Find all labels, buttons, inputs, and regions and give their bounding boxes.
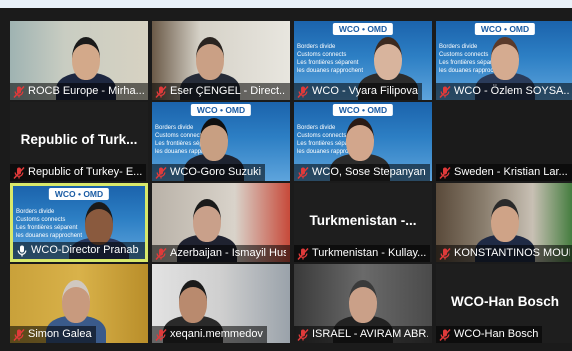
participant-name-bar: Republic of Turkey- E... — [10, 164, 147, 181]
participant-face — [196, 37, 224, 80]
mic-muted-icon — [438, 85, 452, 99]
participant-face — [374, 37, 402, 80]
participant-name: WCO, Sose Stepanyan — [312, 166, 426, 178]
mic-muted-icon — [154, 247, 168, 261]
participant-name-bar: WCO-Han Bosch — [436, 326, 543, 343]
participant-tile[interactable]: WCO • OMD Borders divide Customs connects L… — [294, 102, 432, 181]
participant-tile[interactable]: ROCB Europe - Mirha... — [10, 21, 148, 100]
participant-name: KONSTANTINOS MOURT... — [454, 247, 570, 259]
participant-face — [349, 280, 377, 323]
participant-name-bar: Sweden - Kristian Lar... — [436, 164, 572, 181]
mic-muted-icon — [296, 328, 310, 342]
participant-name: WCO-Han Bosch — [454, 328, 539, 340]
participant-name: Republic of Turkey- E... — [28, 166, 143, 178]
wco-slogan: Borders divide Customs connects Les fronti… — [16, 209, 83, 239]
participant-name-bar: Eser ÇENGEL - Direct... — [152, 83, 290, 100]
mic-muted-icon — [296, 247, 310, 261]
participant-name: xeqani.memmedov — [170, 328, 263, 340]
participant-tile[interactable]: KONSTANTINOS MOURT... — [436, 183, 572, 262]
participant-name: Simon Galea — [28, 328, 92, 340]
participant-face — [346, 118, 374, 161]
wco-logo: WCO • OMD — [48, 188, 110, 200]
participant-tile[interactable]: Azerbaijan - Ismayil Hus... — [152, 183, 290, 262]
participant-tile[interactable]: WCO • OMD Borders divide Customs connects L… — [10, 183, 148, 262]
participant-name-bar: xeqani.memmedov — [152, 326, 267, 343]
participant-name: WCO - Vyara Filipova — [312, 85, 418, 97]
participant-tile[interactable]: WCO • OMD Borders divide Customs connects L… — [294, 21, 432, 100]
mic-icon — [15, 244, 29, 258]
participant-name: ISRAEL - AVIRAM ABR... — [312, 328, 428, 340]
participant-name-bar: ISRAEL - AVIRAM ABR... — [294, 326, 432, 343]
participant-name: ROCB Europe - Mirha... — [28, 85, 144, 97]
participant-face — [193, 199, 221, 242]
wco-logo: WCO • OMD — [190, 104, 252, 116]
participant-name-bar: WCO-Goro Suzuki — [152, 164, 266, 181]
participant-face — [200, 118, 228, 161]
participant-name: Sweden - Kristian Lar... — [454, 166, 568, 178]
mic-muted-icon — [12, 85, 26, 99]
participant-name: WCO-Director Pranab Das — [31, 244, 141, 256]
wco-logo: WCO • OMD — [474, 23, 536, 35]
participant-name-bar: Simon Galea — [10, 326, 96, 343]
participant-name-bar: WCO - Vyara Filipova — [294, 83, 422, 100]
mic-muted-icon — [438, 247, 452, 261]
participant-name: Eser ÇENGEL - Direct... — [170, 85, 286, 97]
mic-muted-icon — [154, 166, 168, 180]
video-off-name: Republic of Turk... — [20, 132, 138, 148]
participant-tile[interactable]: WCO-Han Bosch WCO-Han Bosch — [436, 264, 572, 343]
participant-face — [491, 199, 519, 242]
participant-name-bar: KONSTANTINOS MOURT... — [436, 245, 572, 262]
participant-tile[interactable]: Sweden - Kristian Lar... — [436, 102, 572, 181]
mic-muted-icon — [12, 328, 26, 342]
video-off-name: WCO-Han Bosch — [451, 294, 559, 310]
participant-name: Azerbaijan - Ismayil Hus... — [170, 247, 286, 259]
participant-tile[interactable]: ISRAEL - AVIRAM ABR... — [294, 264, 432, 343]
mic-muted-icon — [154, 85, 168, 99]
participant-face — [62, 280, 90, 323]
mic-muted-icon — [154, 328, 168, 342]
participant-name-bar: WCO, Sose Stepanyan — [294, 164, 430, 181]
participant-name: WCO-Goro Suzuki — [170, 166, 262, 178]
participant-name-bar: WCO - Özlem SOYSA... — [436, 83, 572, 100]
participant-face — [85, 202, 113, 245]
participant-tile[interactable]: Turkmenistan -... Turkmenistan - Kullay..… — [294, 183, 432, 262]
participant-name-bar: ROCB Europe - Mirha... — [10, 83, 148, 100]
participant-tile[interactable]: Republic of Turk... Republic of Turkey- E… — [10, 102, 148, 181]
participant-name: Turkmenistan - Kullay... — [312, 247, 427, 259]
participant-name-bar: Turkmenistan - Kullay... — [294, 245, 431, 262]
wco-logo: WCO • OMD — [332, 23, 394, 35]
mic-muted-icon — [438, 166, 452, 180]
wco-slogan: Borders divide Customs connects Les fronti… — [297, 44, 364, 74]
participant-tile[interactable]: xeqani.memmedov — [152, 264, 290, 343]
participant-face — [491, 37, 519, 80]
mic-muted-icon — [12, 166, 26, 180]
wco-logo: WCO • OMD — [332, 104, 394, 116]
mic-muted-icon — [296, 166, 310, 180]
participant-name-bar: Azerbaijan - Ismayil Hus... — [152, 245, 290, 262]
participant-tile[interactable]: Simon Galea — [10, 264, 148, 343]
mic-muted-icon — [438, 328, 452, 342]
participant-face — [179, 280, 207, 323]
participant-tile[interactable]: WCO • OMD Borders divide Customs connects L… — [152, 102, 290, 181]
video-off-name: Turkmenistan -... — [309, 213, 417, 229]
participant-tile[interactable]: WCO • OMD Borders divide Customs connects L… — [436, 21, 572, 100]
video-gallery: ROCB Europe - Mirha... Eser ÇENGEL - Dire… — [0, 8, 572, 351]
participant-name-bar: WCO-Director Pranab Das — [13, 242, 145, 259]
participant-name: WCO - Özlem SOYSA... — [454, 85, 570, 97]
participant-tile[interactable]: Eser ÇENGEL - Direct... — [152, 21, 290, 100]
mic-muted-icon — [296, 85, 310, 99]
participant-face — [72, 37, 100, 80]
